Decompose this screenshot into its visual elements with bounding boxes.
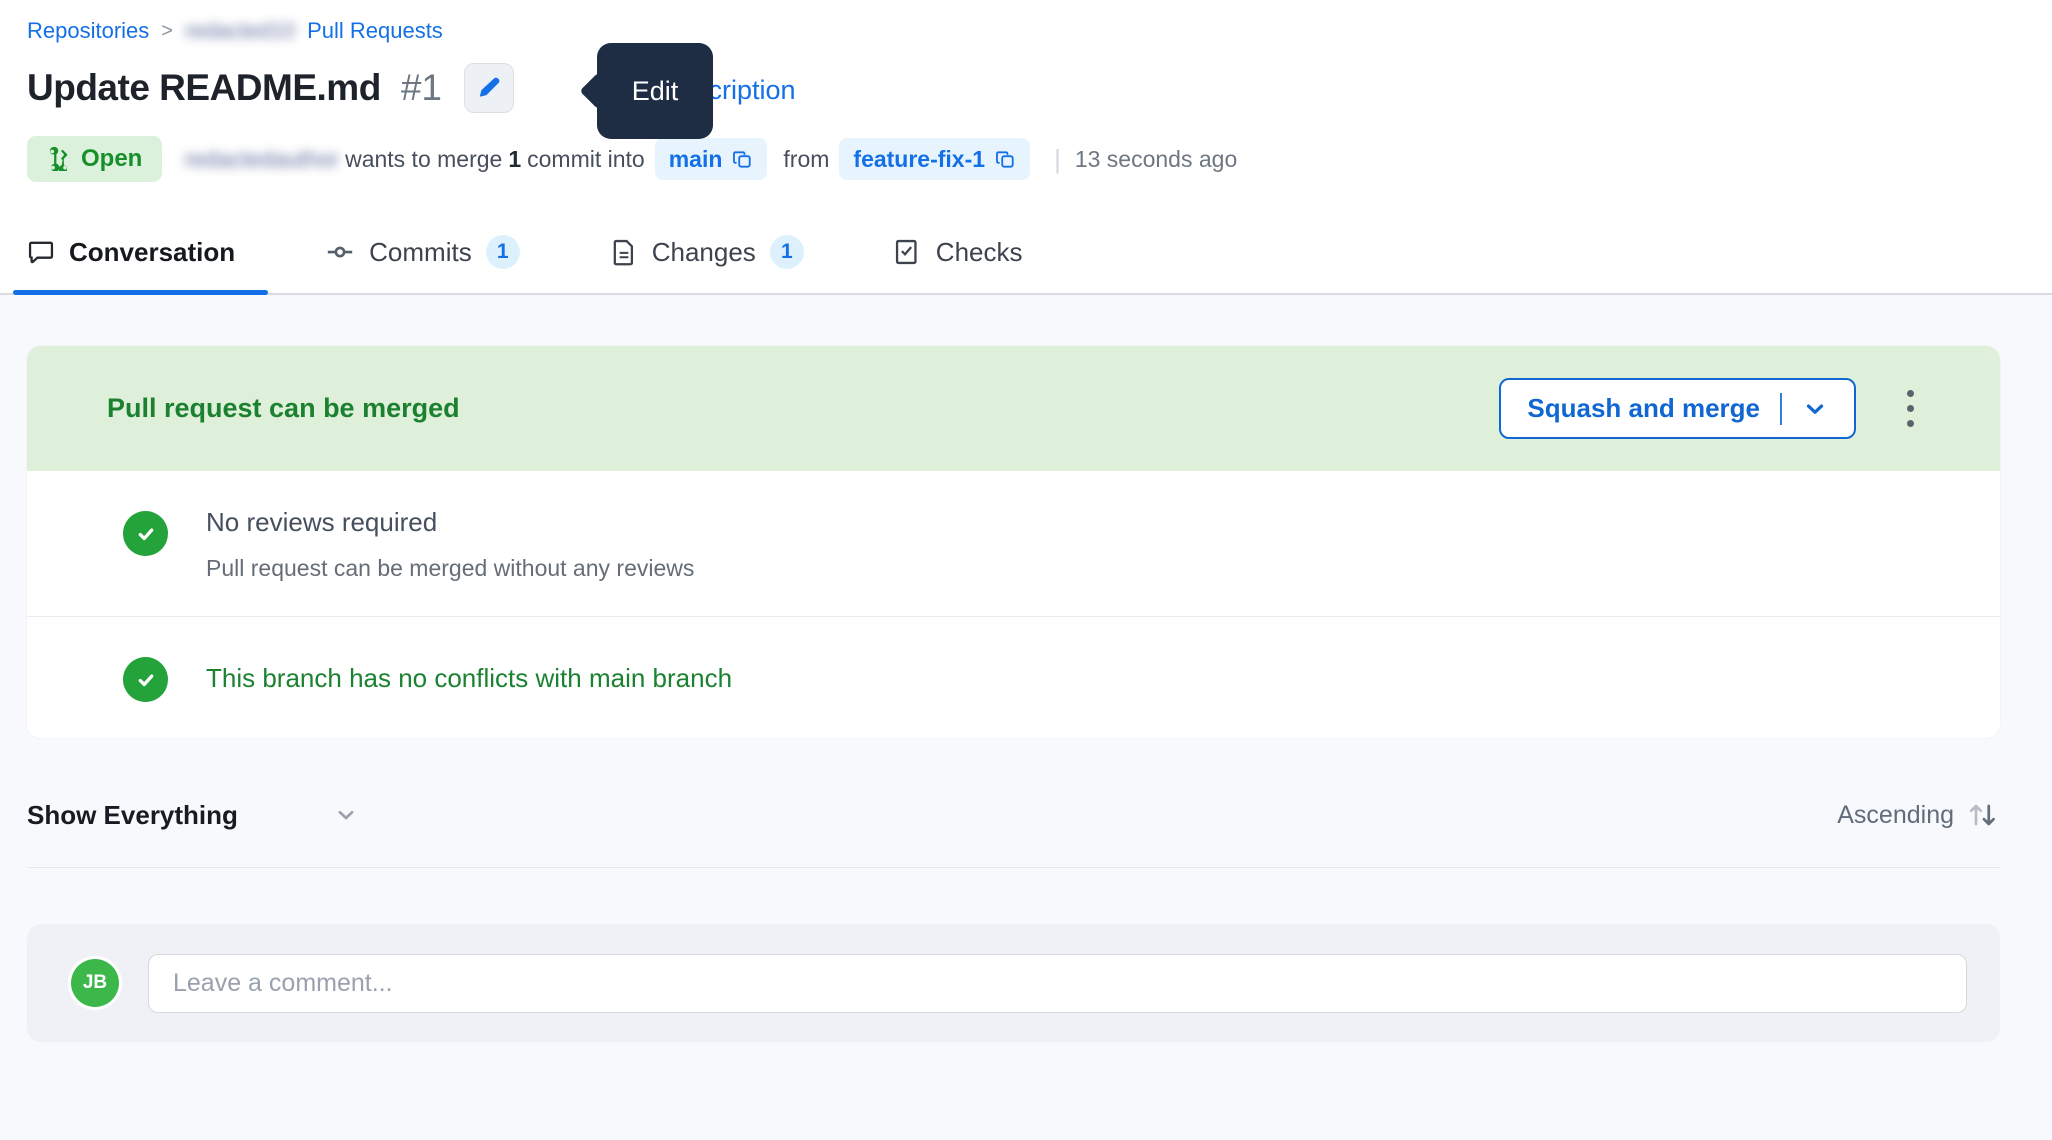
check-row-reviews: No reviews required Pull request can be …: [27, 471, 2000, 616]
breadcrumb: Repositories > redacted10 Pull Requests: [27, 18, 443, 44]
pull-request-icon: [47, 147, 71, 171]
copy-icon[interactable]: [995, 149, 1016, 170]
squash-and-merge-label: Squash and merge: [1527, 393, 1760, 424]
tab-checks-label: Checks: [936, 237, 1023, 268]
activity-divider: [27, 867, 2000, 868]
breadcrumb-separator: >: [161, 20, 173, 43]
tab-checks[interactable]: Checks: [894, 222, 1023, 282]
activity-bar: Show Everything Ascending: [27, 790, 2000, 840]
tab-conversation[interactable]: Conversation: [27, 222, 235, 282]
from-label: from: [783, 146, 829, 173]
commit-icon: [325, 237, 355, 267]
meta-divider: |: [1054, 144, 1061, 175]
chevron-down-icon[interactable]: [1802, 396, 1828, 422]
edit-title-button[interactable]: [464, 63, 514, 113]
sort-toggle[interactable]: Ascending: [1837, 800, 2000, 830]
pencil-icon: [476, 75, 502, 101]
copy-icon[interactable]: [732, 149, 753, 170]
status-label: Open: [81, 145, 142, 173]
tooltip-arrow: [580, 73, 617, 110]
check-circle-icon: [123, 511, 168, 556]
meta-action-text-2: commit into: [527, 146, 645, 173]
check-title: This branch has no conflicts with main b…: [206, 653, 732, 704]
breadcrumb-repo-link-redacted[interactable]: redacted10: [185, 18, 295, 44]
checklist-icon: [894, 238, 922, 266]
base-branch-pill[interactable]: main: [655, 138, 768, 180]
breadcrumb-repositories-link[interactable]: Repositories: [27, 18, 149, 44]
conversation-icon: [27, 238, 55, 266]
merge-options-kebab-menu[interactable]: [1890, 378, 1930, 439]
comment-input[interactable]: [148, 954, 1967, 1013]
check-title: No reviews required: [206, 507, 694, 538]
tab-commits-label: Commits: [369, 237, 472, 268]
pr-meta-row: Open redactedauthor wants to merge 1 com…: [27, 136, 1237, 182]
check-circle-icon: [123, 657, 168, 702]
sort-label: Ascending: [1837, 801, 1954, 830]
status-badge: Open: [27, 136, 162, 182]
check-subtitle: Pull request can be merged without any r…: [206, 555, 694, 582]
tab-commits[interactable]: Commits 1: [325, 222, 520, 282]
head-branch-pill[interactable]: feature-fix-1: [839, 138, 1030, 180]
pr-title: Update README.md: [27, 67, 381, 109]
file-diff-icon: [610, 238, 638, 266]
base-branch-label: main: [669, 146, 723, 173]
tab-changes[interactable]: Changes 1: [610, 222, 804, 282]
merge-status-card: Pull request can be merged Squash and me…: [27, 346, 2000, 738]
check-row-conflicts: This branch has no conflicts with main b…: [27, 616, 2000, 738]
squash-and-merge-button[interactable]: Squash and merge: [1499, 378, 1856, 439]
tab-conversation-label: Conversation: [69, 237, 235, 268]
tab-commits-count-badge: 1: [486, 235, 520, 269]
avatar: JB: [71, 959, 119, 1007]
merge-banner: Pull request can be merged Squash and me…: [27, 346, 2000, 471]
commit-count: 1: [508, 146, 521, 173]
main-content: Pull request can be merged Squash and me…: [0, 295, 2052, 1140]
edit-tooltip: Edit: [597, 43, 713, 139]
title-row: Update README.md #1: [27, 63, 514, 113]
chevron-down-icon: [334, 803, 358, 827]
sort-arrows-icon: [1964, 800, 2000, 830]
meta-action-text-1: wants to merge: [345, 146, 502, 173]
comment-composer: JB: [27, 924, 2000, 1042]
tab-changes-label: Changes: [652, 237, 756, 268]
time-ago: 13 seconds ago: [1075, 146, 1237, 173]
pr-number: #1: [401, 67, 442, 109]
tooltip-label: Edit: [632, 76, 679, 107]
tab-changes-count-badge: 1: [770, 235, 804, 269]
filter-label: Show Everything: [27, 800, 238, 831]
author-name-redacted: redactedauthor: [184, 146, 339, 173]
merge-button-separator: [1780, 393, 1782, 425]
show-everything-dropdown[interactable]: Show Everything: [27, 800, 358, 831]
active-tab-underline: [13, 290, 268, 295]
head-branch-label: feature-fix-1: [853, 146, 985, 173]
page-header: Repositories > redacted10 Pull Requests …: [0, 0, 2052, 297]
pr-tabs: Conversation Commits 1 Changes 1: [27, 222, 1023, 282]
merge-banner-title: Pull request can be merged: [107, 393, 1499, 424]
pull-request-page: Repositories > redacted10 Pull Requests …: [0, 0, 2052, 1140]
breadcrumb-pull-requests-link[interactable]: Pull Requests: [307, 18, 443, 44]
